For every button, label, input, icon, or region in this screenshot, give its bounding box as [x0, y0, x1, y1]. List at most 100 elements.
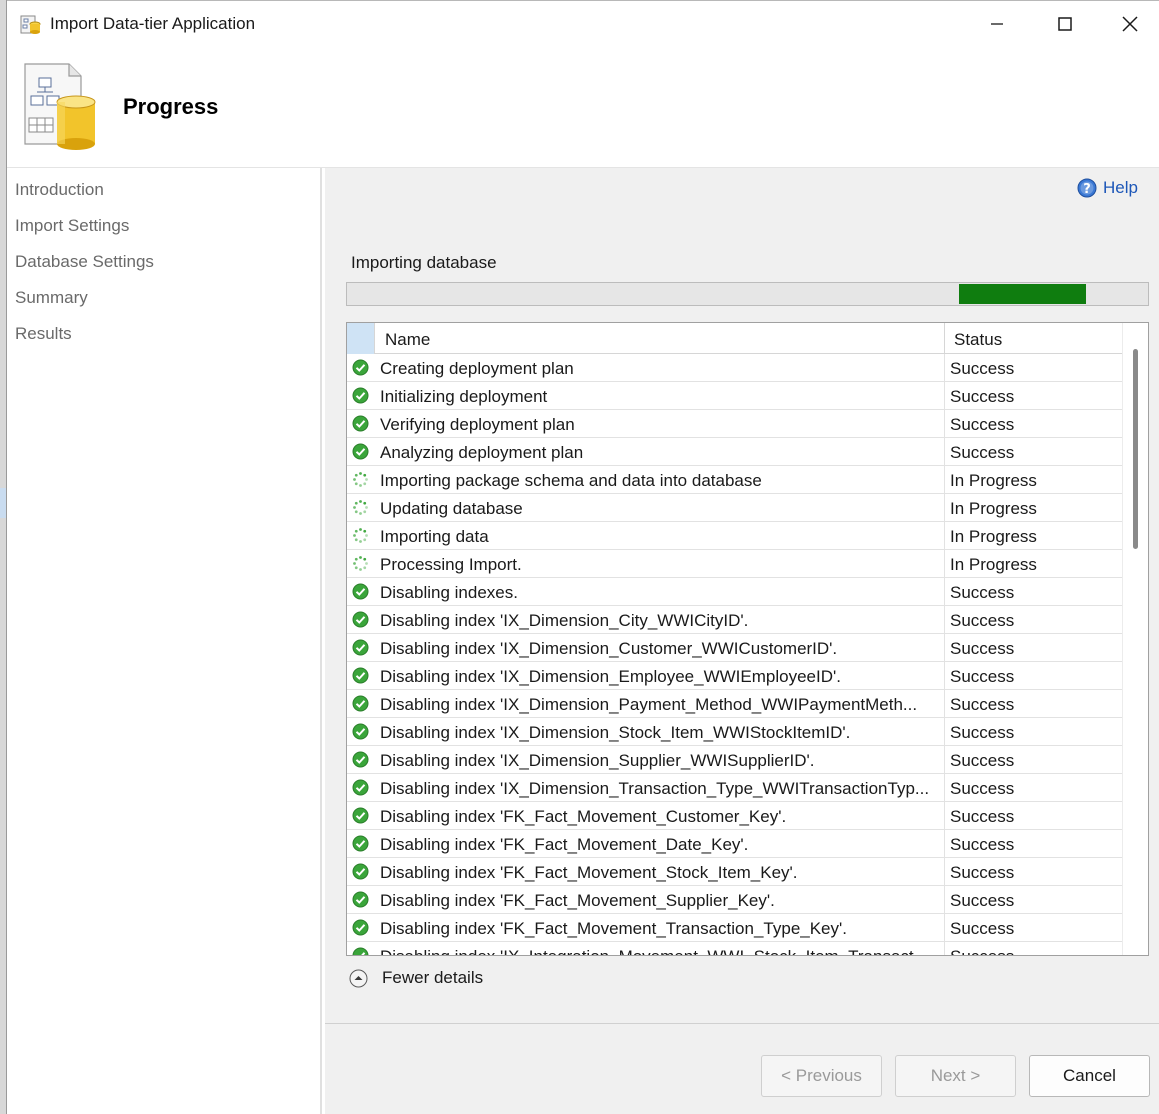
row-status: In Progress	[950, 555, 1037, 574]
table-row[interactable]: Disabling index 'FK_Fact_Movement_Transa…	[347, 914, 1122, 942]
table-row[interactable]: Disabling index 'IX_Dimension_Payment_Me…	[347, 690, 1122, 718]
table-row[interactable]: Initializing deployment Success	[347, 382, 1122, 410]
row-status: Success	[950, 695, 1015, 714]
row-status: Success	[950, 947, 1014, 955]
in-progress-icon	[353, 528, 368, 543]
table-row[interactable]: Disabling index 'FK_Fact_Movement_Stock_…	[347, 858, 1122, 886]
table-row[interactable]: Importing package schema and data into d…	[347, 466, 1122, 494]
row-name: Importing data	[380, 527, 489, 546]
table-row[interactable]: Processing Import. In Progress	[347, 550, 1122, 578]
operation-label: Importing database	[351, 253, 497, 272]
row-name: Initializing deployment	[380, 387, 548, 406]
row-name: Disabling index 'FK_Fact_Movement_Custom…	[380, 807, 787, 826]
table-row[interactable]: Disabling index 'FK_Fact_Movement_Custom…	[347, 802, 1122, 830]
success-icon	[352, 667, 369, 684]
success-icon	[352, 891, 369, 908]
row-status: Success	[950, 583, 1015, 602]
table-row[interactable]: Disabling index 'IX_Dimension_Transactio…	[347, 774, 1122, 802]
table-row[interactable]: Disabling index 'IX_Dimension_Supplier_W…	[347, 746, 1122, 774]
maximize-icon	[1058, 17, 1072, 31]
row-name: Disabling index 'IX_Dimension_Transactio…	[380, 779, 930, 798]
row-name: Importing package schema and data into d…	[380, 471, 762, 490]
step-introduction[interactable]: Introduction	[15, 180, 104, 200]
table-row[interactable]: Disabling index 'IX_Dimension_Stock_Item…	[347, 718, 1122, 746]
progress-bar	[346, 282, 1149, 306]
maximize-button[interactable]	[1030, 1, 1100, 47]
fewer-details-toggle[interactable]: Fewer details	[349, 968, 483, 988]
column-header-name[interactable]: Name	[385, 330, 430, 350]
row-name: Updating database	[380, 499, 523, 518]
success-icon	[352, 639, 369, 656]
table-row[interactable]: Analyzing deployment plan Success	[347, 438, 1122, 466]
table-row[interactable]: Disabling index 'FK_Fact_Movement_Date_K…	[347, 830, 1122, 858]
success-icon	[352, 835, 369, 852]
table-row[interactable]: Updating database In Progress	[347, 494, 1122, 522]
help-label: Help	[1103, 178, 1138, 197]
row-status: Success	[950, 667, 1015, 686]
success-icon	[352, 751, 369, 768]
success-icon	[352, 779, 369, 796]
import-dialog: Import Data-tier Application Progress In…	[6, 0, 1159, 1114]
row-name: Disabling index 'IX_Dimension_City_WWICi…	[380, 611, 749, 630]
minimize-button[interactable]	[962, 1, 1032, 47]
close-button[interactable]	[1100, 1, 1159, 47]
grid-header-corner[interactable]	[347, 323, 375, 354]
step-summary[interactable]: Summary	[15, 288, 88, 308]
step-database-settings[interactable]: Database Settings	[15, 252, 154, 272]
scrollbar-thumb[interactable]	[1133, 349, 1138, 549]
success-icon	[352, 695, 369, 712]
table-row[interactable]: Disabling index 'IX_Dimension_Employee_W…	[347, 662, 1122, 690]
wizard-footer: < Previous Next > Cancel	[325, 1023, 1159, 1114]
cancel-button[interactable]: Cancel	[1029, 1055, 1150, 1097]
row-name: Disabling index 'FK_Fact_Movement_Transa…	[380, 919, 847, 938]
success-icon	[352, 583, 369, 600]
in-progress-icon	[353, 472, 368, 487]
column-header-status[interactable]: Status	[954, 330, 1002, 350]
table-row[interactable]: Disabling index 'IX_Dimension_City_WWICi…	[347, 606, 1122, 634]
row-status: Success	[950, 723, 1015, 742]
row-name: Creating deployment plan	[380, 359, 574, 378]
data-tier-application-icon	[24, 63, 96, 150]
progress-panel: ? Help Importing database Name Status Cr…	[325, 168, 1159, 1023]
table-row[interactable]: Verifying deployment plan Success	[347, 410, 1122, 438]
row-status: Success	[950, 639, 1015, 658]
row-name: Disabling index 'IX_Dimension_Customer_W…	[380, 639, 838, 658]
step-import-settings[interactable]: Import Settings	[15, 216, 129, 236]
success-icon	[352, 611, 369, 628]
row-status: Success	[950, 751, 1015, 770]
row-name: Disabling index 'IX_Dimension_Stock_Item…	[380, 723, 851, 742]
row-status: In Progress	[950, 499, 1037, 518]
title-bar: Import Data-tier Application	[7, 0, 1159, 46]
help-link[interactable]: ? Help	[1077, 178, 1138, 198]
success-icon	[352, 807, 369, 824]
row-status: Success	[950, 415, 1015, 434]
vertical-scrollbar[interactable]	[1122, 323, 1148, 955]
row-name: Analyzing deployment plan	[380, 443, 584, 462]
close-icon	[1122, 16, 1138, 32]
step-results[interactable]: Results	[15, 324, 72, 344]
progress-details-grid[interactable]: Name Status Creating deployment plan Succ…	[346, 322, 1149, 956]
progress-bar-fill	[959, 284, 1086, 304]
table-row[interactable]: Disabling index 'IX_Integration_Movement…	[347, 942, 1122, 955]
table-row[interactable]: Disabling indexes. Success	[347, 578, 1122, 606]
success-icon	[352, 863, 369, 880]
row-status: Success	[950, 919, 1015, 938]
table-row[interactable]: Disabling index 'FK_Fact_Movement_Suppli…	[347, 886, 1122, 914]
row-name: Disabling index 'IX_Integration_Movement…	[380, 947, 940, 955]
row-name: Verifying deployment plan	[380, 415, 575, 434]
in-progress-icon	[353, 500, 368, 515]
row-name: Disabling index 'IX_Dimension_Payment_Me…	[380, 695, 918, 714]
row-status: Success	[950, 835, 1015, 854]
row-name: Disabling indexes.	[380, 583, 518, 602]
success-icon	[352, 723, 369, 740]
wizard-header: Progress	[7, 46, 1159, 168]
row-status: Success	[950, 779, 1015, 798]
row-status: Success	[950, 807, 1015, 826]
table-row[interactable]: Creating deployment plan Success	[347, 354, 1122, 382]
success-icon	[352, 387, 369, 404]
previous-button[interactable]: < Previous	[761, 1055, 882, 1097]
row-name: Disabling index 'FK_Fact_Movement_Suppli…	[380, 891, 775, 910]
table-row[interactable]: Disabling index 'IX_Dimension_Customer_W…	[347, 634, 1122, 662]
next-button[interactable]: Next >	[895, 1055, 1016, 1097]
table-row[interactable]: Importing data In Progress	[347, 522, 1122, 550]
